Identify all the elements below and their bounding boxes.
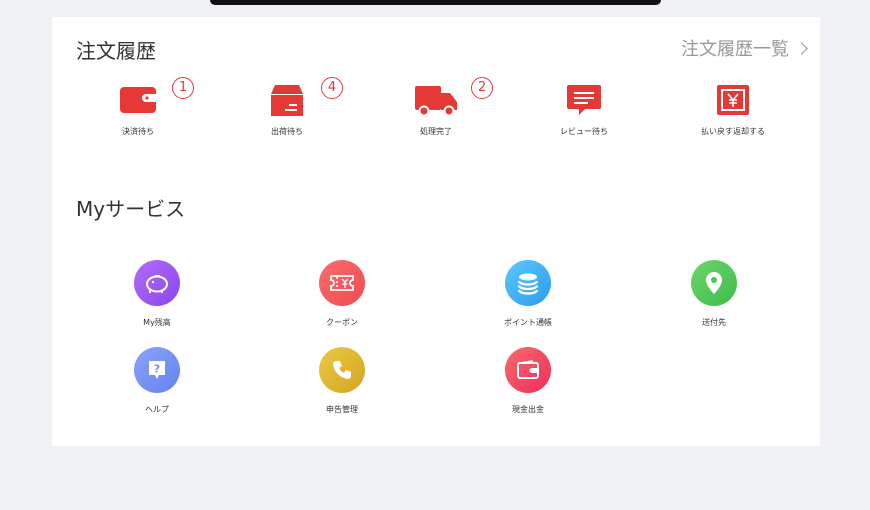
service-shipping-address[interactable]: 送付先: [654, 260, 774, 328]
truck-icon: [415, 86, 457, 117]
wallet-icon: [505, 347, 551, 393]
order-status-label: 処理完了: [420, 127, 452, 136]
service-point-book[interactable]: ポイント通帳: [468, 260, 588, 328]
coin-stack-icon: [505, 260, 551, 306]
phone-icon: [319, 347, 365, 393]
location-pin-icon: [691, 260, 737, 306]
service-label: 送付先: [702, 318, 726, 327]
box-icon: [271, 85, 303, 116]
count-badge: 2: [471, 77, 493, 99]
orders-title: 注文履歴: [76, 39, 156, 63]
order-status-awaiting-review[interactable]: レビュー待ち: [524, 83, 644, 137]
order-status-label: 決済待ち: [122, 127, 154, 136]
svg-text:?: ?: [154, 363, 160, 376]
chevron-right-icon: [795, 42, 808, 55]
order-status-pending-payment[interactable]: 決済待ち 1: [78, 77, 198, 137]
service-label: 現金出金: [512, 405, 544, 414]
wallet-icon: [120, 87, 156, 113]
order-status-awaiting-shipment[interactable]: 出荷待ち 4: [227, 77, 347, 137]
order-status-completed[interactable]: 処理完了 2: [376, 77, 496, 137]
help-icon: ?: [134, 347, 180, 393]
top-banner: [210, 0, 661, 5]
comment-icon: [567, 85, 601, 115]
order-status-label: レビュー待ち: [560, 127, 608, 136]
refund-icon: [717, 85, 749, 115]
service-my-balance[interactable]: My残高: [97, 260, 217, 328]
service-label: My残高: [143, 318, 171, 327]
count-badge: 1: [172, 77, 194, 99]
order-status-label: 出荷待ち: [271, 127, 303, 136]
service-cash-withdrawal[interactable]: 現金出金: [468, 347, 588, 415]
service-label: ポイント通帳: [504, 318, 552, 327]
service-label: 申告管理: [326, 405, 358, 414]
service-help[interactable]: ? ヘルプ: [97, 347, 217, 415]
service-coupon[interactable]: クーポン: [282, 260, 402, 328]
coupon-icon: [319, 260, 365, 306]
view-all-orders-link[interactable]: 注文履歴一覧: [681, 35, 808, 61]
count-badge: 4: [321, 77, 343, 99]
service-report-management[interactable]: 申告管理: [282, 347, 402, 415]
order-status-refund-return[interactable]: 払い戻す返却する: [673, 83, 793, 137]
view-all-orders-label: 注文履歴一覧: [681, 39, 789, 60]
order-status-label: 払い戻す返却する: [701, 127, 765, 136]
piggy-bank-icon: [134, 260, 180, 306]
services-title: Myサービス: [76, 197, 186, 221]
service-label: ヘルプ: [145, 405, 169, 414]
service-label: クーポン: [326, 318, 358, 327]
account-card: 注文履歴 注文履歴一覧 決済待ち 1 出荷待ち 4 処理完了 2 レビュー待ち …: [52, 17, 820, 446]
